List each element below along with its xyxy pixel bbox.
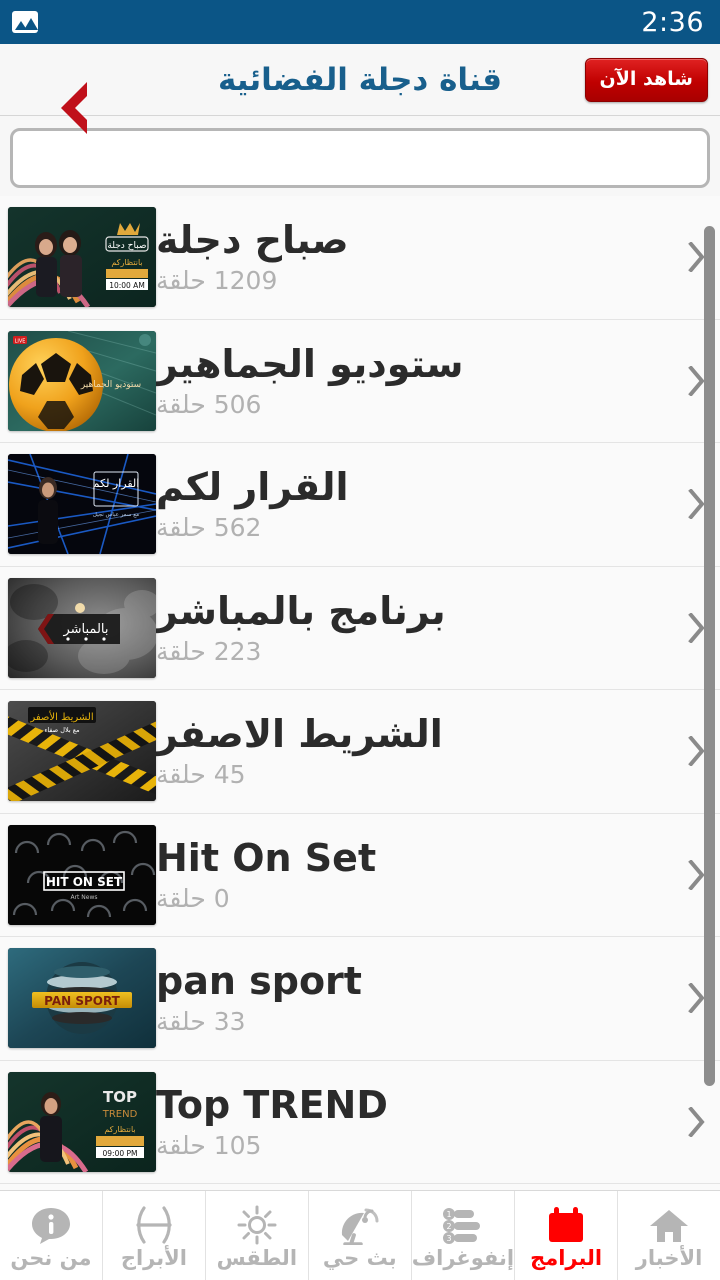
svg-text:مع بلال صفاء: مع بلال صفاء bbox=[44, 726, 79, 734]
program-text-block: صباح دجلة 1209 حلقة bbox=[156, 219, 684, 295]
program-title: Top TREND bbox=[156, 1082, 388, 1127]
svg-text:TREND: TREND bbox=[102, 1109, 138, 1120]
svg-text:Art News: Art News bbox=[70, 894, 97, 901]
program-episode-count: 105 حلقة bbox=[156, 1130, 262, 1160]
bottom-navigation: الأخبار البرامج 1 2 3 إنفوغراف بث حي الطقس… bbox=[0, 1190, 720, 1280]
nav-item-label: الطقس bbox=[216, 1245, 298, 1270]
home-icon bbox=[648, 1203, 690, 1245]
nav-item-label: بث حي bbox=[322, 1245, 397, 1270]
program-title: صباح دجلة bbox=[156, 218, 349, 263]
program-thumbnail: LIVE ستوديو الجماهير bbox=[8, 330, 156, 431]
svg-text:TOP: TOP bbox=[103, 1088, 137, 1106]
program-text-block: pan sport 33 حلقة bbox=[156, 960, 684, 1036]
program-title: الشريط الاصفر bbox=[156, 712, 443, 757]
back-button[interactable] bbox=[12, 50, 87, 134]
program-episode-count: 0 حلقة bbox=[156, 883, 230, 913]
svg-text:LIVE: LIVE bbox=[15, 338, 26, 344]
program-text-block: Hit On Set 0 حلقة bbox=[156, 837, 684, 913]
nav-item-6[interactable]: من نحن bbox=[0, 1191, 102, 1280]
svg-text:القرار لكم: القرار لكم bbox=[93, 477, 140, 490]
svg-text:صباح دجلة: صباح دجلة bbox=[107, 241, 146, 251]
program-thumbnail: PAN SPORT bbox=[8, 948, 156, 1049]
program-row[interactable]: صباح دجلة بانتظاركم 10:00 AM صباح دجلة 1… bbox=[0, 196, 720, 320]
info-bubble-icon bbox=[30, 1203, 72, 1245]
program-episode-count: 33 حلقة bbox=[156, 1007, 246, 1037]
calendar-icon bbox=[546, 1203, 586, 1245]
program-row[interactable]: HIT ON SET Art News Hit On Set 0 حلقة bbox=[0, 813, 720, 937]
image-icon bbox=[12, 11, 38, 33]
chevron-right-icon bbox=[684, 1106, 710, 1137]
program-text-block: الشريط الاصفر 45 حلقة bbox=[156, 713, 684, 789]
program-title: ستوديو الجماهير bbox=[156, 341, 464, 386]
program-thumbnail: TOP TREND بانتظاركم 09:00 PM bbox=[8, 1071, 156, 1172]
watch-now-button[interactable]: شاهد الآن bbox=[584, 57, 708, 102]
nav-item-label: البرامج bbox=[530, 1245, 603, 1270]
program-thumbnail: بالمباشر bbox=[8, 577, 156, 678]
svg-text:1: 1 bbox=[446, 1210, 451, 1219]
program-row[interactable]: LIVE ستوديو الجماهير ستوديو الجماهير 506… bbox=[0, 319, 720, 443]
nav-item-label: من نحن bbox=[10, 1245, 92, 1270]
program-thumbnail: الشريط الأصفر مع بلال صفاء bbox=[8, 701, 156, 802]
svg-text:10:00 AM: 10:00 AM bbox=[109, 281, 145, 290]
program-title: pan sport bbox=[156, 959, 362, 1004]
nav-item-1[interactable]: البرامج bbox=[514, 1191, 617, 1280]
svg-text:ستوديو الجماهير: ستوديو الجماهير bbox=[80, 380, 141, 390]
program-episode-count: 1209 حلقة bbox=[156, 266, 278, 296]
sun-icon bbox=[236, 1203, 278, 1245]
program-row[interactable]: PAN SPORT pan sport 33 حلقة bbox=[0, 937, 720, 1061]
program-episode-count: 506 حلقة bbox=[156, 389, 262, 419]
svg-text:بانتظاركم: بانتظاركم bbox=[111, 258, 142, 267]
nav-item-label: الأبراج bbox=[120, 1245, 187, 1270]
vertical-scrollbar[interactable] bbox=[704, 226, 715, 1086]
nav-item-label: الأخبار bbox=[635, 1245, 703, 1270]
status-bar-clock: 2:36 bbox=[641, 6, 704, 38]
pisces-zodiac-icon bbox=[134, 1203, 174, 1245]
program-title: القرار لكم bbox=[156, 465, 349, 510]
program-row[interactable]: TOP TREND بانتظاركم 09:00 PM Top TREND 1… bbox=[0, 1060, 720, 1184]
nav-item-0[interactable]: الأخبار bbox=[617, 1191, 720, 1280]
app-root: 2:36 قناة دجلة الفضائية شاهد الآن صباح د… bbox=[0, 0, 720, 1280]
program-title: Hit On Set bbox=[156, 835, 377, 880]
nav-item-5[interactable]: الأبراج bbox=[101, 1191, 205, 1280]
search-area bbox=[0, 116, 720, 196]
search-input[interactable] bbox=[10, 128, 710, 188]
nav-item-4[interactable]: الطقس bbox=[204, 1191, 308, 1280]
svg-text:PAN SPORT: PAN SPORT bbox=[44, 994, 121, 1008]
program-text-block: ستوديو الجماهير 506 حلقة bbox=[156, 343, 684, 419]
program-row[interactable]: بالمباشر برنامج بالمباشر 223 حلقة bbox=[0, 566, 720, 690]
svg-text:09:00 PM: 09:00 PM bbox=[103, 1149, 138, 1158]
satellite-dish-icon bbox=[338, 1203, 382, 1245]
program-row[interactable]: الشريط الأصفر مع بلال صفاء الشريط الاصفر… bbox=[0, 690, 720, 814]
program-thumbnail: القرار لكم مع سمر عباس نجيل bbox=[8, 454, 156, 555]
svg-text:الشريط الأصفر: الشريط الأصفر bbox=[29, 710, 93, 723]
program-title: برنامج بالمباشر bbox=[156, 588, 446, 633]
nav-item-3[interactable]: بث حي bbox=[307, 1191, 411, 1280]
program-text-block: Top TREND 105 حلقة bbox=[156, 1084, 684, 1160]
program-list: صباح دجلة بانتظاركم 10:00 AM صباح دجلة 1… bbox=[0, 196, 720, 1190]
nav-item-label: إنفوغراف bbox=[411, 1245, 515, 1270]
program-episode-count: 562 حلقة bbox=[156, 513, 262, 543]
program-thumbnail: صباح دجلة بانتظاركم 10:00 AM bbox=[8, 207, 156, 308]
program-thumbnail: HIT ON SET Art News bbox=[8, 824, 156, 925]
program-row[interactable]: القرار لكم مع سمر عباس نجيل القرار لكم 5… bbox=[0, 443, 720, 567]
svg-text:بانتظاركم: بانتظاركم bbox=[104, 1125, 135, 1134]
nav-item-2[interactable]: 1 2 3 إنفوغراف bbox=[410, 1191, 515, 1280]
program-text-block: القرار لكم 562 حلقة bbox=[156, 466, 684, 542]
program-episode-count: 45 حلقة bbox=[156, 760, 246, 790]
program-episode-count: 223 حلقة bbox=[156, 636, 262, 666]
svg-text:2: 2 bbox=[446, 1222, 451, 1231]
status-bar-left bbox=[12, 11, 38, 33]
svg-text:3: 3 bbox=[446, 1234, 451, 1243]
svg-text:HIT ON SET: HIT ON SET bbox=[46, 875, 123, 889]
status-bar: 2:36 bbox=[0, 0, 720, 44]
infographic-bars-icon: 1 2 3 bbox=[442, 1203, 484, 1245]
program-text-block: برنامج بالمباشر 223 حلقة bbox=[156, 590, 684, 666]
svg-text:بالمباشر: بالمباشر bbox=[62, 622, 108, 637]
svg-text:مع سمر عباس نجيل: مع سمر عباس نجيل bbox=[93, 512, 139, 518]
app-header: قناة دجلة الفضائية شاهد الآن bbox=[0, 44, 720, 134]
